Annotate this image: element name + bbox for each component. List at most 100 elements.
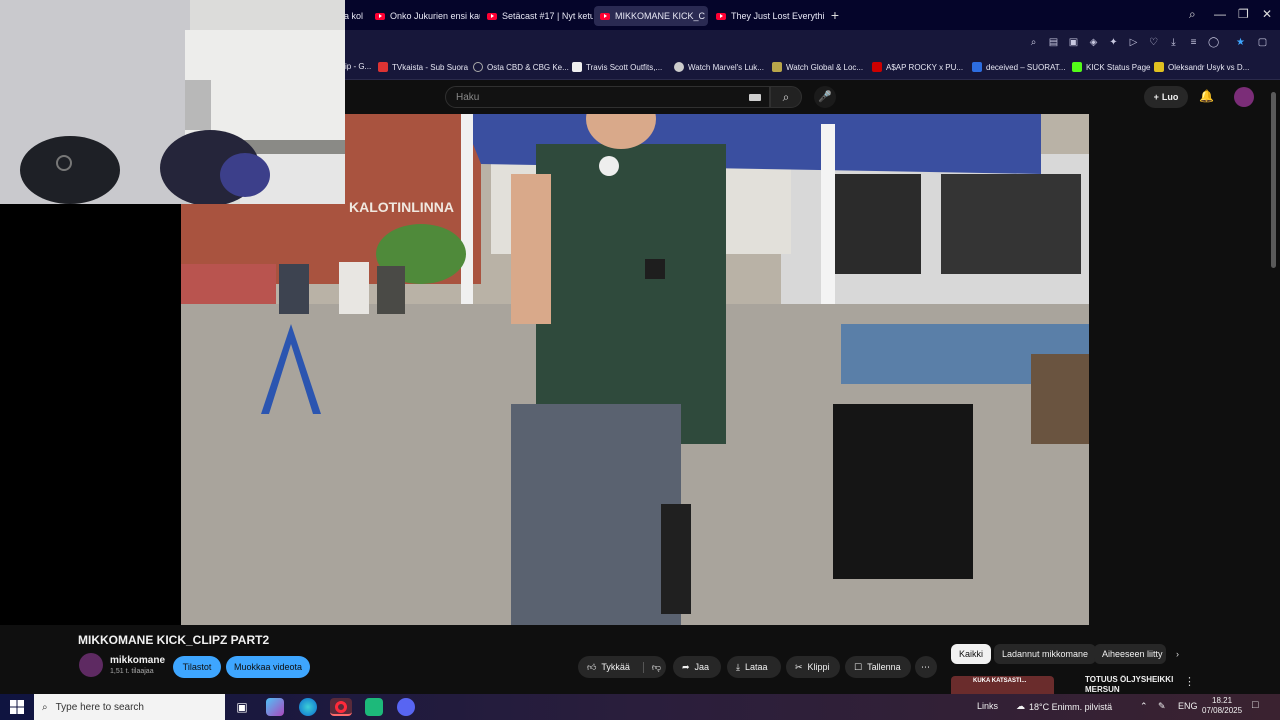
bookmark-label: ip - G... <box>345 62 372 71</box>
edge-icon[interactable] <box>299 698 317 716</box>
bookmark-label: Osta CBD & CBG Ke... <box>487 62 569 72</box>
like-label[interactable]: Tykkää <box>601 662 630 672</box>
tab-active-mikkomane[interactable]: MIKKOMANE KICK_C✕ <box>594 6 708 26</box>
clock[interactable]: 18.21 07/08/2025 <box>1202 696 1242 716</box>
shield-icon[interactable]: ◈ <box>1088 37 1099 48</box>
notifications-bell-icon[interactable]: 🔔 <box>1199 89 1214 103</box>
thumbs-up-icon[interactable]: 👍︎ <box>587 662 596 673</box>
like-dislike-group: 👍︎ Tykkää 👎︎ <box>578 656 666 678</box>
recommendation-menu-icon[interactable]: ⋮ <box>1184 675 1195 688</box>
search-icon: ⌕ <box>42 701 48 713</box>
recommendation-thumbnail[interactable]: KUKA KATSASTI... <box>951 676 1054 694</box>
cloud-icon: ☁ <box>1016 701 1025 711</box>
tray-chevron-icon[interactable]: ⌃ <box>1140 701 1148 712</box>
menu-icon[interactable]: ≡ <box>1188 37 1199 48</box>
search-icon: ⌕ <box>782 90 790 104</box>
more-actions-button[interactable]: ⋯ <box>915 656 937 678</box>
subscriber-count: 1,51 t. tilaajaa <box>110 668 154 675</box>
language-indicator[interactable]: ENG <box>1178 701 1198 711</box>
tab-label: a kol <box>344 11 364 21</box>
bookmark-label: deceived – SUORAT... <box>986 62 1066 72</box>
bookmark-label: KICK Status Page <box>1086 62 1151 72</box>
bookmark-item[interactable]: Watch Marvel's Luk... <box>674 62 764 72</box>
microphone-icon[interactable]: 🎤 <box>814 86 836 108</box>
reader-icon[interactable]: ▤ <box>1048 37 1059 48</box>
windows-start-icon[interactable] <box>10 700 24 714</box>
links-toolbar[interactable]: Links <box>977 701 998 711</box>
bookmark-item[interactable]: TVkaista - Sub Suora <box>378 62 468 72</box>
screen: a kol Onko Jukurien ensi kausi j Setäcas… <box>0 0 1280 720</box>
search-input[interactable]: Haku <box>445 86 770 108</box>
aria-icon[interactable]: ★ <box>1235 37 1246 48</box>
save-button[interactable]: ☐ Tallenna <box>845 656 911 678</box>
bookmark-label: Oleksandr Usyk vs D... <box>1168 62 1250 72</box>
video-title: MIKKOMANE KICK_CLIPZ PART2 <box>78 633 270 647</box>
download-button[interactable]: ⤓ Lataa <box>727 656 781 678</box>
tab-lost-everything[interactable]: They Just Lost Everything <box>710 6 825 26</box>
chip-all[interactable]: Kaikki <box>951 644 992 664</box>
tab-setacast[interactable]: Setäcast #17 | Nyt ketutta <box>481 6 593 26</box>
sidebar-icon[interactable]: ▢ <box>1257 37 1268 48</box>
bookmark-item[interactable]: Watch Global & Loc... <box>772 62 863 72</box>
heart-icon[interactable]: ♡ <box>1148 37 1159 48</box>
discord-icon[interactable] <box>397 698 415 716</box>
marvel-icon <box>674 62 684 72</box>
weather-text: 18°C Enimm. pilvistä <box>1029 701 1113 712</box>
bookmark-item[interactable]: ip - G... <box>345 62 371 71</box>
globe-icon <box>473 62 483 72</box>
bookmark-item[interactable]: deceived – SUORAT... <box>972 62 1065 72</box>
opera-icon[interactable] <box>330 698 352 716</box>
youtube-favicon-icon <box>375 12 385 20</box>
search-button[interactable]: ⌕ <box>770 86 802 108</box>
bookmark-item[interactable]: Travis Scott Outfits,... <box>572 62 662 72</box>
youtube-favicon-icon <box>716 12 726 20</box>
copilot-icon[interactable] <box>266 698 284 716</box>
bookmark-item[interactable]: Osta CBD & CBG Ke... <box>473 62 569 72</box>
edit-video-button[interactable]: Muokkaa videota <box>226 656 310 678</box>
app-green-icon[interactable] <box>365 698 383 716</box>
chip-related[interactable]: Aiheeseen liitty <box>1094 644 1166 664</box>
new-tab-icon[interactable]: + <box>828 8 842 22</box>
scissors-icon: ✂ <box>795 661 803 672</box>
bookmark-item[interactable]: KICK Status Page <box>1072 62 1150 72</box>
page-scrollbar[interactable] <box>1271 92 1276 268</box>
bookmark-label: A$AP ROCKY x PU... <box>886 62 964 72</box>
more-icon: ⋯ <box>921 661 930 672</box>
download-icon: ⤓ <box>736 661 740 672</box>
date: 07/08/2025 <box>1202 706 1243 715</box>
thumbs-down-icon[interactable]: 👎︎ <box>642 661 661 673</box>
clip-button[interactable]: ✂ Klippi <box>786 656 840 678</box>
bookmark-item[interactable]: Oleksandr Usyk vs D... <box>1154 62 1249 72</box>
create-button[interactable]: + Luo <box>1144 86 1188 108</box>
play-icon[interactable]: ▷ <box>1128 37 1139 48</box>
share-button[interactable]: ➦ Jaa <box>673 656 721 678</box>
zoom-icon[interactable]: ⌕ <box>1028 37 1039 48</box>
search-tabs-icon[interactable]: ⌕ <box>1189 7 1196 22</box>
screenshot-icon[interactable]: ▣ <box>1068 37 1079 48</box>
download-icon[interactable]: ⤓ <box>1168 37 1179 48</box>
channel-avatar[interactable] <box>79 653 103 677</box>
create-label: Luo <box>1161 92 1179 102</box>
task-view-icon[interactable]: ▣ <box>233 698 251 716</box>
recommendation-title[interactable]: TOTUUS ÖLJYSHEIKKI MERSUN KATSASTUKSESTA <box>1085 675 1185 694</box>
bookmark-label: Watch Global & Loc... <box>786 62 864 72</box>
chevron-right-icon[interactable]: › <box>1168 644 1187 664</box>
taskbar-search[interactable]: ⌕ Type here to search <box>34 694 225 720</box>
tab-label: Onko Jukurien ensi kausi j <box>390 11 480 21</box>
account-icon[interactable]: ◯ <box>1208 37 1219 48</box>
pen-icon[interactable]: ✎ <box>1158 701 1166 712</box>
notifications-icon[interactable]: □ <box>1252 699 1259 711</box>
channel-name[interactable]: mikkomane <box>110 655 165 666</box>
stats-button[interactable]: Tilastot <box>173 656 221 678</box>
weather-widget[interactable]: ☁ 18°C Enimm. pilvistä <box>1016 701 1112 712</box>
keyboard-icon[interactable] <box>749 94 761 101</box>
chip-uploaded-by[interactable]: Ladannut mikkomane <box>994 644 1097 664</box>
user-avatar[interactable] <box>1234 87 1254 107</box>
minimize-icon[interactable]: — <box>1214 7 1226 21</box>
restore-icon[interactable]: ❐ <box>1238 7 1249 21</box>
tab-jukurit[interactable]: Onko Jukurien ensi kausi j <box>369 6 480 26</box>
bookmark-item[interactable]: A$AP ROCKY x PU... <box>872 62 963 72</box>
kick-icon <box>1072 62 1082 72</box>
extension-icon[interactable]: ✦ <box>1108 37 1119 48</box>
close-window-icon[interactable]: ✕ <box>1262 7 1272 21</box>
